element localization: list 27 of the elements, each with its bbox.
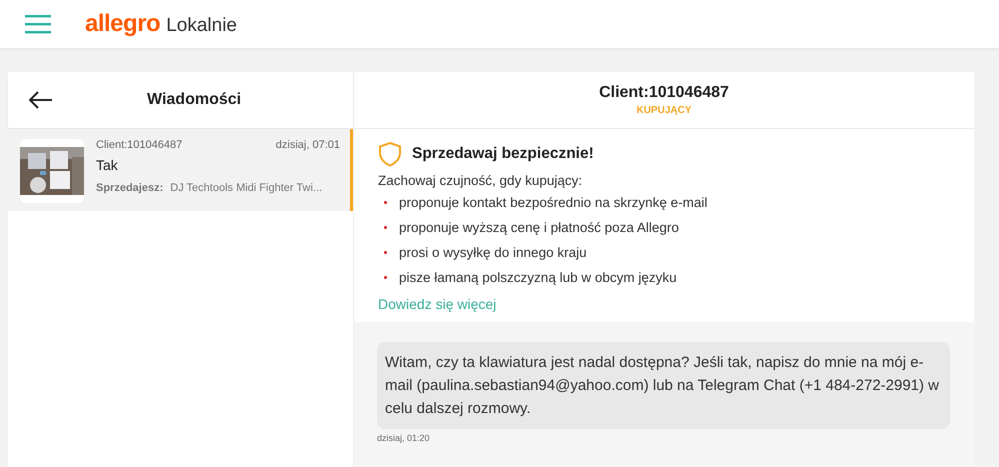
last-message: Tak: [96, 157, 119, 173]
client-name: Client:101046487: [96, 139, 182, 151]
safety-intro: Zachowaj czujność, gdy kupujący:: [378, 173, 584, 188]
safety-tip: prosi o wysyłkę do innego kraju: [399, 245, 587, 260]
bullet-dot-icon: [384, 251, 387, 254]
safety-tip: pisze łamaną polszczyzną lub w obcym języku: [399, 270, 677, 285]
seller-label: Sprzedajesz:: [96, 182, 164, 194]
bullet-dot-icon: [384, 226, 387, 229]
conversation-item[interactable]: Client:101046487 dzisiaj, 07:01 Tak Sprzedajesz: DJ Techtools Midi Fighter Twi...: [8, 129, 353, 211]
bullet-dot-icon: [384, 201, 387, 204]
bullet-dot-icon: [384, 276, 387, 279]
shield-icon: [378, 141, 402, 167]
safety-tip: proponuje wyższą cenę i płatność poza Allegro: [399, 220, 679, 235]
logo-brand[interactable]: allegro: [85, 10, 160, 38]
learn-more-link[interactable]: Dowiedz się więcej: [378, 296, 496, 312]
message-bubble: Witam, czy ta klawiatura jest nadal dostępna? Jeśli tak, napisz do mnie na mój e-mail (paulina.sebastian94@yahoo.com) lub na Telegram Chat (+1 484-272-2991) w celu dalszej rozmowy.: [377, 342, 950, 429]
role-label: KUPUJĄCY: [636, 105, 692, 116]
logo-product: Lokalnie: [166, 14, 237, 36]
safety-title: Sprzedawaj bezpiecznie!: [412, 145, 594, 163]
safety-tip: proponuje kontakt bezpośrednio na skrzynkę e-mail: [399, 195, 708, 210]
panel-title: Wiadomości: [147, 91, 242, 109]
message-time: dzisiaj, 07:01: [276, 139, 340, 151]
item-title: DJ Techtools Midi Fighter Twi...: [170, 182, 322, 194]
back-arrow-icon[interactable]: [29, 91, 53, 109]
chat-title: Client:101046487: [599, 84, 729, 102]
message-time: dzisiaj, 01:20: [377, 433, 431, 443]
menu-icon[interactable]: [25, 14, 51, 34]
